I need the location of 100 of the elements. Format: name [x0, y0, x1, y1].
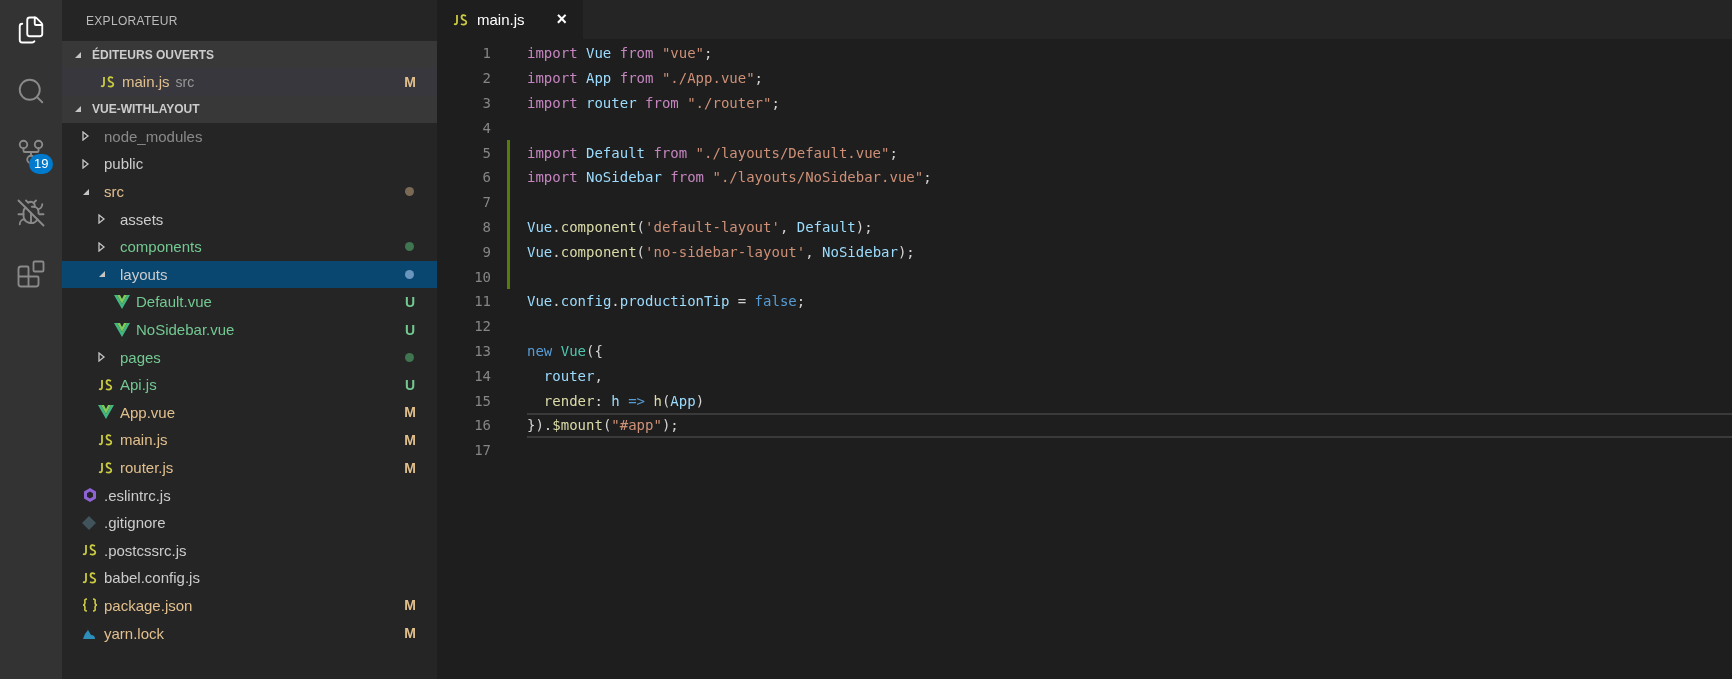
activity-button[interactable]: 19 — [7, 128, 55, 176]
line-number: 7 — [481, 194, 491, 211]
open-editor-row[interactable]: main.js src M — [62, 68, 437, 96]
crossed-bug-icon — [16, 198, 46, 228]
file-name: App.vue — [120, 403, 176, 421]
line-number: 10 — [473, 268, 491, 285]
file-name: NoSidebar.vue — [136, 321, 235, 339]
line-number: 4 — [481, 119, 491, 136]
js-file-icon — [98, 461, 114, 474]
js-file-icon — [82, 544, 98, 557]
folder-row[interactable]: public — [62, 150, 437, 178]
close-button[interactable]: × — [556, 9, 567, 30]
vue-file-icon — [114, 322, 130, 337]
js-file-icon — [100, 75, 116, 88]
code-line: import App from "./App.vue"; — [527, 69, 765, 89]
line-number: 2 — [481, 70, 491, 87]
status-letter: M — [403, 459, 417, 476]
file-row[interactable]: yarn.lock M — [62, 619, 437, 647]
line-number: 6 — [481, 169, 491, 186]
status-letter: U — [403, 293, 417, 310]
file-row[interactable]: Default.vue U — [62, 288, 437, 316]
code-line: Vue.config.productionTip = false; — [527, 292, 807, 312]
file-row[interactable]: babel.config.js — [62, 564, 437, 592]
file-name: main.js — [122, 73, 170, 91]
line-number: 3 — [481, 95, 491, 111]
file-name: public — [104, 155, 144, 173]
file-name: src — [104, 183, 124, 201]
line-number: 1 — [481, 45, 491, 62]
folder-row[interactable]: pages — [62, 343, 437, 371]
code-line: }).$mount("#app"); — [527, 412, 1732, 438]
file-name: assets — [120, 210, 164, 228]
file-row[interactable]: main.js M — [62, 426, 437, 454]
file-row[interactable]: App.vue M — [62, 398, 437, 427]
line-number: 9 — [481, 243, 491, 260]
vue-file-icon — [98, 405, 114, 420]
code-line: render: h => h(App) — [542, 391, 706, 411]
file-name: package.json — [104, 597, 193, 614]
hexagon-icon — [82, 487, 98, 504]
file-row[interactable]: .postcssrc.js — [62, 536, 437, 565]
status-letter: M — [403, 431, 417, 448]
section-title: VUE-WITHLAYOUT — [92, 102, 200, 117]
vue-file-icon — [114, 294, 130, 309]
sidebar-title: EXPLORATEUR — [85, 12, 179, 30]
line-number: 11 — [473, 293, 491, 310]
file-row[interactable]: .eslintrc.js — [62, 481, 437, 509]
folder-row[interactable]: node_modules — [62, 122, 437, 151]
file-name: router.js — [120, 459, 174, 476]
file-row[interactable]: router.js M — [62, 453, 437, 482]
section-header[interactable]: ÉDITEURS OUVERTS — [62, 41, 437, 68]
editor-tab[interactable]: main.js × — [437, 0, 583, 39]
folder-row[interactable]: assets — [62, 205, 437, 233]
file-name: components — [120, 238, 202, 256]
line-number: 14 — [473, 367, 491, 384]
file-row[interactable]: .gitignore — [62, 508, 437, 537]
folder-hint: src — [175, 73, 195, 90]
file-row[interactable]: package.json M — [62, 591, 437, 620]
line-number: 15 — [473, 392, 491, 409]
file-name: node_modules — [104, 127, 203, 145]
line-number: 13 — [473, 342, 491, 359]
section-header[interactable]: VUE-WITHLAYOUT — [62, 95, 437, 123]
file-name: Default.vue — [136, 293, 212, 311]
blocks-icon — [16, 259, 46, 289]
status-letter: M — [403, 597, 417, 614]
line-number: 5 — [481, 144, 491, 161]
folder-row[interactable]: components — [62, 232, 437, 261]
section-title: ÉDITEURS OUVERTS — [92, 47, 214, 62]
file-name: .postcssrc.js — [104, 541, 187, 559]
status-letter: U — [403, 376, 417, 393]
search-icon — [16, 76, 46, 106]
file-name: yarn.lock — [104, 624, 165, 642]
js-file-icon — [98, 433, 114, 446]
file-row[interactable]: NoSidebar.vue U — [62, 315, 437, 344]
js-file-icon — [82, 571, 98, 584]
code-line: import Default from "./layouts/Default.vue"; — [527, 143, 899, 163]
file-name: babel.config.js — [104, 569, 200, 587]
line-number: 12 — [473, 318, 491, 335]
line-number: 8 — [481, 218, 491, 235]
folder-row[interactable]: src — [62, 177, 437, 206]
file-name: .gitignore — [104, 514, 166, 532]
tab-label: main.js — [477, 11, 525, 28]
file-row[interactable]: Api.js U — [62, 370, 437, 399]
status-letter: M — [403, 73, 417, 90]
code-line: import router from "./router"; — [527, 94, 781, 113]
file-name: .eslintrc.js — [104, 486, 171, 504]
file-name: main.js — [120, 431, 168, 449]
js-file-icon — [98, 378, 114, 391]
code-line: import NoSidebar from "./layouts/NoSidebar.vue"; — [527, 168, 933, 188]
code-line: router, — [542, 366, 604, 386]
files-icon — [16, 15, 46, 45]
file-name: layouts — [120, 265, 168, 283]
js-file-icon — [453, 13, 469, 26]
status-letter: M — [403, 625, 417, 642]
file-name: Api.js — [120, 376, 157, 394]
code-line: import Vue from "vue"; — [527, 44, 714, 64]
folder-row[interactable]: layouts — [62, 260, 437, 289]
file-name: pages — [120, 348, 161, 366]
status-letter: M — [403, 404, 417, 421]
code-line: Vue.component('default-layout', Default); — [527, 217, 874, 237]
diamond-icon — [82, 515, 96, 530]
line-number: 16 — [473, 417, 491, 434]
